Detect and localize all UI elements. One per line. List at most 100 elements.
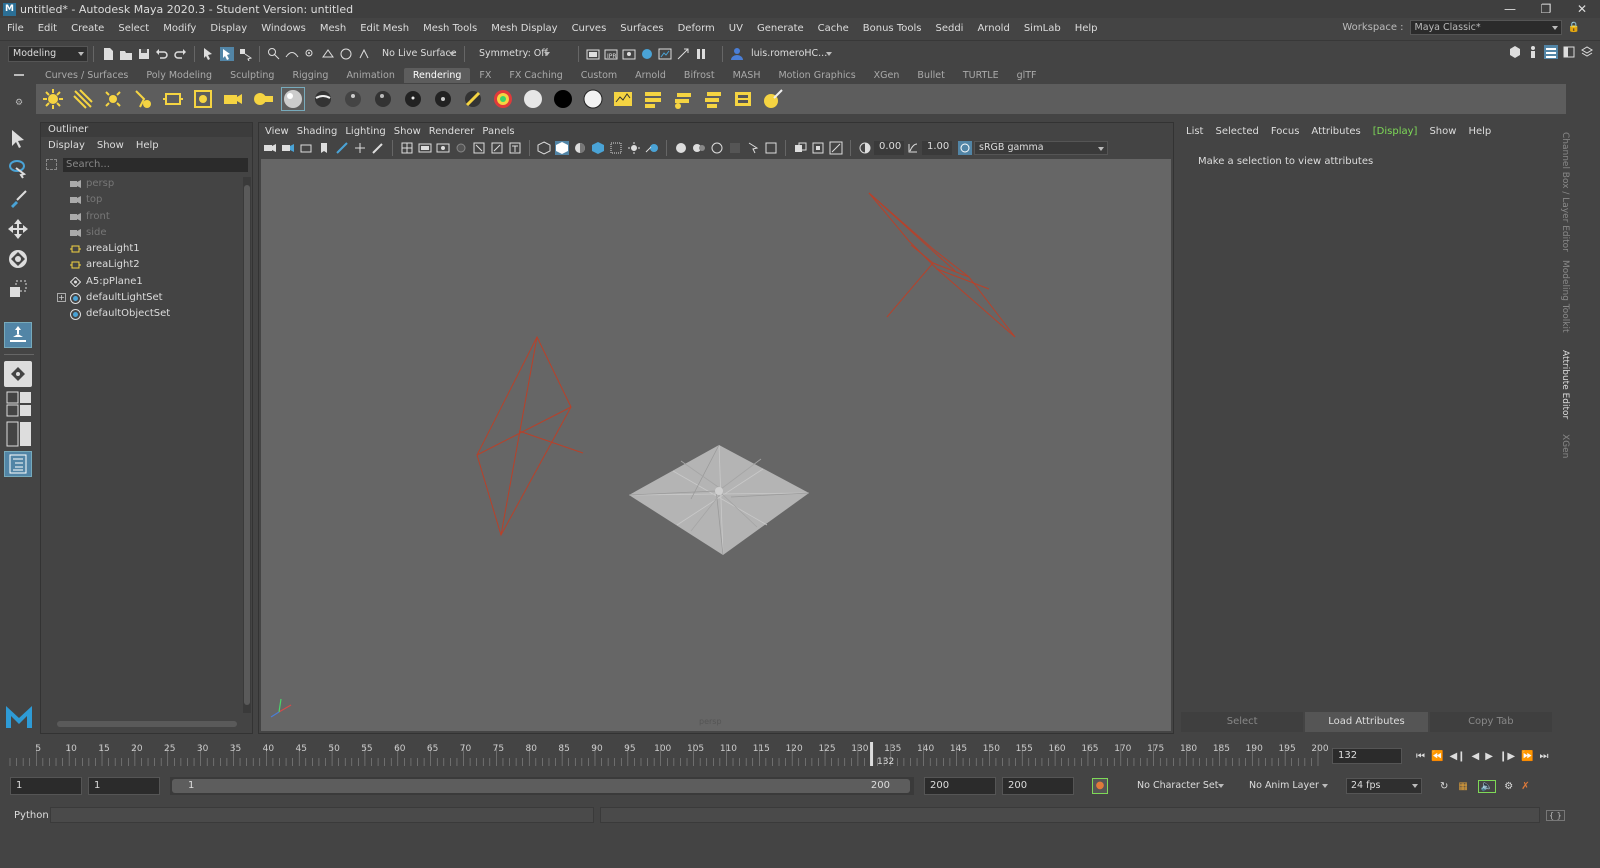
step-forward-icon[interactable]: ⏩ bbox=[1521, 751, 1533, 762]
outliner-layout-icon[interactable] bbox=[4, 451, 32, 477]
viewport-menu-lighting[interactable]: Lighting bbox=[345, 126, 385, 137]
pause-icon[interactable] bbox=[694, 47, 708, 61]
xray-icon[interactable] bbox=[746, 141, 760, 155]
shelf-tab-custom[interactable]: Custom bbox=[572, 68, 626, 83]
attribute-editor-toggle-icon[interactable] bbox=[1544, 45, 1558, 59]
menu-arnold[interactable]: Arnold bbox=[970, 23, 1016, 34]
scrollbar-thumb[interactable] bbox=[244, 185, 250, 705]
minimize-button[interactable]: — bbox=[1492, 0, 1528, 18]
exposure-icon[interactable] bbox=[858, 141, 872, 155]
snap-curve-icon[interactable] bbox=[285, 47, 299, 61]
close-button[interactable]: ✕ bbox=[1564, 0, 1600, 18]
modeling-toolkit-tab[interactable]: Modeling Toolkit bbox=[1560, 260, 1570, 333]
menu-mesh[interactable]: Mesh bbox=[313, 23, 353, 34]
play-backwards-icon[interactable]: ◀ bbox=[1472, 751, 1480, 762]
hud-icon[interactable] bbox=[829, 141, 843, 155]
gamma-field[interactable]: 1.00 bbox=[922, 141, 952, 155]
plane-mesh[interactable] bbox=[628, 444, 810, 556]
shader-phonge-icon[interactable] bbox=[401, 87, 425, 111]
step-back-key-icon[interactable]: ⏪ bbox=[1431, 751, 1443, 762]
snap-grid-icon[interactable] bbox=[267, 47, 281, 61]
shelf-tab-curves-surfaces[interactable]: Curves / Surfaces bbox=[36, 68, 137, 83]
command-input[interactable] bbox=[50, 807, 594, 823]
menu-deform[interactable]: Deform bbox=[671, 23, 722, 34]
cache-playback-icon[interactable]: ▦ bbox=[1458, 781, 1467, 792]
menu-file[interactable]: File bbox=[0, 23, 31, 34]
safe-action-icon[interactable] bbox=[490, 141, 504, 155]
film-gate-icon[interactable] bbox=[418, 141, 432, 155]
camera-aim-icon[interactable] bbox=[251, 87, 275, 111]
channel-box-toggle-icon[interactable] bbox=[1580, 45, 1594, 59]
scale-tool-icon[interactable] bbox=[4, 276, 32, 302]
undo-icon[interactable] bbox=[155, 47, 169, 61]
motion-blur-icon[interactable] bbox=[674, 141, 688, 155]
modeling-toolkit-icon[interactable] bbox=[1508, 45, 1522, 59]
anim-layer-dropdown[interactable]: No Anim Layer bbox=[1234, 778, 1332, 794]
menu-create[interactable]: Create bbox=[64, 23, 111, 34]
render-current-frame-icon[interactable] bbox=[586, 47, 600, 61]
shader-phong-icon[interactable] bbox=[371, 87, 395, 111]
command-language-label[interactable]: Python bbox=[14, 810, 49, 821]
attribute-menu-show[interactable]: Show bbox=[1429, 126, 1456, 137]
shader-lambert-icon[interactable] bbox=[341, 87, 365, 111]
color-space-dropdown[interactable]: sRGB gamma bbox=[974, 141, 1108, 155]
menu-seddi[interactable]: Seddi bbox=[928, 23, 970, 34]
smooth-shade-icon[interactable] bbox=[555, 141, 569, 155]
shader-color-icon[interactable] bbox=[491, 87, 515, 111]
render-film-icon[interactable] bbox=[731, 87, 755, 111]
four-view-layout-icon[interactable] bbox=[6, 391, 32, 417]
outliner-vertical-scrollbar[interactable] bbox=[243, 177, 251, 713]
default-lighting-icon[interactable] bbox=[573, 141, 587, 155]
range-slider[interactable]: 1 200 bbox=[170, 777, 914, 795]
outliner-menu-help[interactable]: Help bbox=[136, 140, 159, 151]
viewport-menu-view[interactable]: View bbox=[265, 126, 289, 137]
menu-mesh-display[interactable]: Mesh Display bbox=[484, 23, 564, 34]
auto-keyframe-icon[interactable]: ● bbox=[1092, 778, 1108, 794]
shelf-tab-animation[interactable]: Animation bbox=[337, 68, 403, 83]
camera-icon[interactable] bbox=[221, 87, 245, 111]
snap-surface-icon[interactable] bbox=[339, 47, 353, 61]
outliner-item-defaultobjectset[interactable]: defaultObjectSet bbox=[41, 306, 252, 322]
render-view-icon[interactable] bbox=[658, 47, 672, 61]
current-time-marker[interactable] bbox=[870, 742, 874, 766]
render-graph-icon[interactable] bbox=[611, 87, 635, 111]
gate-mask-icon[interactable] bbox=[454, 141, 468, 155]
shader-sphere-active-icon[interactable] bbox=[281, 87, 305, 111]
xray-active-components-icon[interactable] bbox=[793, 141, 807, 155]
shelf-tab-motion-graphics[interactable]: Motion Graphics bbox=[769, 68, 864, 83]
workspace-dropdown[interactable]: Maya Classic* bbox=[1409, 20, 1562, 35]
new-scene-icon[interactable] bbox=[101, 47, 115, 61]
single-perspective-layout-icon[interactable] bbox=[4, 361, 32, 387]
viewport-menu-renderer[interactable]: Renderer bbox=[429, 126, 475, 137]
time-slider-ruler[interactable]: 5 10 15 20 25 30 35 40 45 50 55 60 65 70 75 80 85 90 95 100… bbox=[6, 740, 1329, 768]
shelf-tab-mash[interactable]: MASH bbox=[724, 68, 770, 83]
menu-windows[interactable]: Windows bbox=[254, 23, 313, 34]
shelf-tab-bullet[interactable]: Bullet bbox=[908, 68, 953, 83]
character-controls-icon[interactable] bbox=[1526, 45, 1540, 59]
redo-icon[interactable] bbox=[173, 47, 187, 61]
shadows-icon[interactable] bbox=[627, 141, 641, 155]
camera-lock-icon[interactable] bbox=[281, 141, 295, 155]
attribute-menu-list[interactable]: List bbox=[1186, 126, 1203, 137]
tool-settings-toggle-icon[interactable] bbox=[1562, 45, 1576, 59]
shader-black-icon[interactable] bbox=[551, 87, 575, 111]
attribute-menu-selected[interactable]: Selected bbox=[1215, 126, 1258, 137]
menu-select[interactable]: Select bbox=[111, 23, 156, 34]
volume-light-icon[interactable] bbox=[191, 87, 215, 111]
go-to-end-icon[interactable]: ⏭ bbox=[1539, 751, 1548, 762]
screen-space-ao-icon[interactable] bbox=[645, 141, 659, 155]
area-light-icon[interactable] bbox=[161, 87, 185, 111]
select-hierarchy-icon[interactable] bbox=[202, 47, 216, 61]
xgen-tab[interactable]: XGen bbox=[1560, 434, 1570, 458]
play-forwards-icon[interactable]: ▶ bbox=[1485, 751, 1493, 762]
resolution-gate-icon[interactable] bbox=[436, 141, 450, 155]
symmetry-dropdown[interactable]: Symmetry: Off bbox=[470, 45, 554, 62]
field-chart-icon[interactable] bbox=[472, 141, 486, 155]
outliner-item-top[interactable]: top bbox=[41, 192, 252, 208]
fps-dropdown[interactable]: 24 fps bbox=[1346, 778, 1422, 794]
lasso-tool-icon[interactable] bbox=[4, 156, 32, 182]
shader-ramp-icon[interactable] bbox=[461, 87, 485, 111]
camera-attributes-icon[interactable] bbox=[299, 141, 313, 155]
menu-uv[interactable]: UV bbox=[722, 23, 750, 34]
channel-box-tab[interactable]: Channel Box / Layer Editor bbox=[1560, 132, 1570, 252]
